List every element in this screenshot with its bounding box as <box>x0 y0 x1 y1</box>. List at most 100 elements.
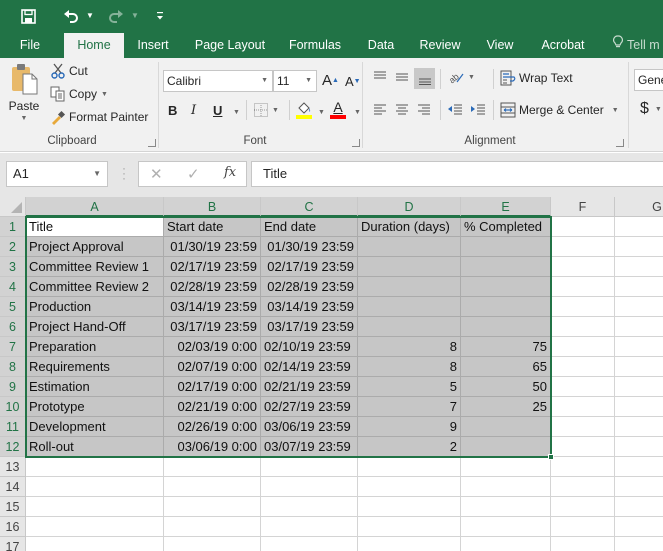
fill-color-button[interactable] <box>296 101 312 119</box>
name-box[interactable]: A1 ▼ <box>6 161 108 187</box>
cell-f7[interactable] <box>551 337 615 357</box>
cell-b5[interactable]: 03/14/19 23:59 <box>164 297 261 317</box>
cell-b3[interactable]: 02/17/19 23:59 <box>164 257 261 277</box>
cell-e3[interactable] <box>461 257 551 277</box>
cell-c4[interactable]: 02/28/19 23:59 <box>261 277 358 297</box>
column-header-b[interactable]: B <box>164 197 261 217</box>
cell-e7[interactable]: 75 <box>461 337 551 357</box>
cell-c14[interactable] <box>261 477 358 497</box>
row-header-9[interactable]: 9 <box>0 377 26 397</box>
insert-function-icon[interactable]: fx <box>224 165 236 180</box>
enter-icon[interactable]: ✓ <box>187 165 200 183</box>
cell-c11[interactable]: 03/06/19 23:59 <box>261 417 358 437</box>
cell-a17[interactable] <box>26 537 164 551</box>
cell-g13[interactable] <box>615 457 663 477</box>
cell-c1[interactable]: End date <box>261 217 358 237</box>
cell-c3[interactable]: 02/17/19 23:59 <box>261 257 358 277</box>
cell-d14[interactable] <box>358 477 461 497</box>
cell-f3[interactable] <box>551 257 615 277</box>
cell-f13[interactable] <box>551 457 615 477</box>
cell-c16[interactable] <box>261 517 358 537</box>
cell-g7[interactable] <box>615 337 663 357</box>
cell-f10[interactable] <box>551 397 615 417</box>
column-header-d[interactable]: D <box>358 197 461 217</box>
copy-button[interactable]: Copy ▼ <box>50 86 108 102</box>
cell-d15[interactable] <box>358 497 461 517</box>
row-header-8[interactable]: 8 <box>0 357 26 377</box>
cell-e15[interactable] <box>461 497 551 517</box>
cell-a1[interactable]: Title <box>26 217 164 237</box>
cell-a16[interactable] <box>26 517 164 537</box>
save-button[interactable] <box>18 6 38 26</box>
paste-button[interactable]: Paste ▼ <box>6 62 42 128</box>
wrap-text-button[interactable]: Wrap Text <box>500 70 573 86</box>
cell-g6[interactable] <box>615 317 663 337</box>
cell-f11[interactable] <box>551 417 615 437</box>
borders-button[interactable]: ▼ <box>254 103 279 117</box>
cell-g12[interactable] <box>615 437 663 457</box>
cell-a15[interactable] <box>26 497 164 517</box>
cancel-icon[interactable]: ✕ <box>150 165 163 183</box>
cell-b2[interactable]: 01/30/19 23:59 <box>164 237 261 257</box>
cell-g14[interactable] <box>615 477 663 497</box>
tab-formulas[interactable]: Formulas <box>284 33 346 58</box>
row-header-11[interactable]: 11 <box>0 417 26 437</box>
cell-f1[interactable] <box>551 217 615 237</box>
cell-a6[interactable]: Project Hand-Off <box>26 317 164 337</box>
cell-a10[interactable]: Prototype <box>26 397 164 417</box>
row-header-16[interactable]: 16 <box>0 517 26 537</box>
cell-e11[interactable] <box>461 417 551 437</box>
increase-indent-button[interactable] <box>470 103 486 115</box>
cell-d17[interactable] <box>358 537 461 551</box>
cell-e5[interactable] <box>461 297 551 317</box>
row-header-14[interactable]: 14 <box>0 477 26 497</box>
cell-c5[interactable]: 03/14/19 23:59 <box>261 297 358 317</box>
row-header-3[interactable]: 3 <box>0 257 26 277</box>
cell-c13[interactable] <box>261 457 358 477</box>
cell-f2[interactable] <box>551 237 615 257</box>
cell-d11[interactable]: 9 <box>358 417 461 437</box>
cell-b13[interactable] <box>164 457 261 477</box>
cell-d3[interactable] <box>358 257 461 277</box>
fill-handle[interactable] <box>548 454 554 460</box>
cell-g2[interactable] <box>615 237 663 257</box>
cell-d9[interactable]: 5 <box>358 377 461 397</box>
cell-e9[interactable]: 50 <box>461 377 551 397</box>
cell-d5[interactable] <box>358 297 461 317</box>
cell-g11[interactable] <box>615 417 663 437</box>
row-header-12[interactable]: 12 <box>0 437 26 457</box>
clipboard-launcher-icon[interactable] <box>148 139 156 147</box>
cell-c7[interactable]: 02/10/19 23:59 <box>261 337 358 357</box>
cell-c6[interactable]: 03/17/19 23:59 <box>261 317 358 337</box>
column-header-c[interactable]: C <box>261 197 358 217</box>
tab-view[interactable]: View <box>480 33 520 58</box>
cell-c2[interactable]: 01/30/19 23:59 <box>261 237 358 257</box>
cell-b15[interactable] <box>164 497 261 517</box>
currency-button[interactable]: $ ▼ <box>640 100 662 118</box>
tab-review[interactable]: Review <box>414 33 466 58</box>
formula-bar-resize-handle[interactable]: · · · <box>122 162 126 184</box>
row-header-6[interactable]: 6 <box>0 317 26 337</box>
orientation-button[interactable]: ab ▼ <box>448 70 475 84</box>
row-header-13[interactable]: 13 <box>0 457 26 477</box>
cell-e6[interactable] <box>461 317 551 337</box>
cell-a12[interactable]: Roll-out <box>26 437 164 457</box>
tab-acrobat[interactable]: Acrobat <box>534 33 592 58</box>
font-name-select[interactable]: Calibri ▼ <box>163 70 273 92</box>
cell-d6[interactable] <box>358 317 461 337</box>
customize-qat-button[interactable] <box>152 6 168 26</box>
row-header-2[interactable]: 2 <box>0 237 26 257</box>
cell-d8[interactable]: 8 <box>358 357 461 377</box>
cell-b4[interactable]: 02/28/19 23:59 <box>164 277 261 297</box>
cell-c15[interactable] <box>261 497 358 517</box>
format-painter-button[interactable]: Format Painter <box>50 109 148 125</box>
cell-d12[interactable]: 2 <box>358 437 461 457</box>
column-header-a[interactable]: A <box>26 197 164 217</box>
cell-b14[interactable] <box>164 477 261 497</box>
cell-d16[interactable] <box>358 517 461 537</box>
cell-c9[interactable]: 02/21/19 23:59 <box>261 377 358 397</box>
cell-e8[interactable]: 65 <box>461 357 551 377</box>
cell-a3[interactable]: Committee Review 1 <box>26 257 164 277</box>
cell-f16[interactable] <box>551 517 615 537</box>
middle-align-button[interactable] <box>395 71 409 83</box>
